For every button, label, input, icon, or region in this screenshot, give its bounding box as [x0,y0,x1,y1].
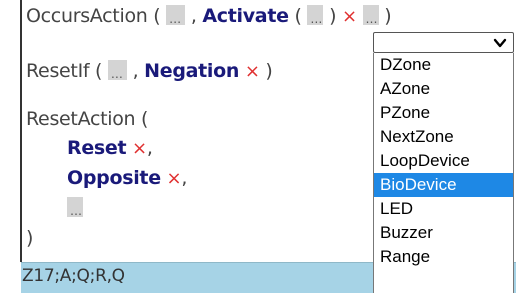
option-biodevice[interactable]: BioDevice [374,173,513,197]
reset-if-placeholder[interactable] [107,60,127,86]
activate-close-paren: ) [329,5,337,27]
reset-if-separator: , [132,60,139,82]
status-text: Z17;A;Q;R,Q [22,266,125,286]
device-select-listbox: DZone AZone PZone NextZone LoopDevice Bi… [373,53,514,293]
device-select[interactable] [373,32,514,53]
activate-placeholder[interactable] [307,5,324,31]
opposite-separator: , [181,167,188,189]
option-pzone[interactable]: PZone [374,101,513,125]
occurs-action-placeholder[interactable] [166,5,186,31]
reset-remove-icon[interactable]: × [132,138,147,159]
occurs-action-close-paren: ) [384,5,392,27]
editor-left-border [20,0,22,262]
negation-remove-icon[interactable]: × [245,61,260,82]
reset-action-args-line [67,196,83,223]
option-dzone[interactable]: DZone [374,53,513,77]
option-azone[interactable]: AZone [374,77,513,101]
reset-if-line: ResetIf ( , Negation × ) [26,59,273,86]
reset-action-label: ResetAction ( [26,108,149,130]
option-buzzer[interactable]: Buzzer [374,221,513,245]
occurs-action-trailing-placeholder[interactable] [362,5,379,31]
reset-action-close-paren: ) [26,227,34,249]
opposite-remove-icon[interactable]: × [167,168,182,189]
opposite-line: Opposite ×, [67,166,187,191]
rule-editor: OccursAction ( , Activate ( ) × ) ResetI… [0,0,516,293]
negation-keyword[interactable]: Negation [144,60,239,82]
reset-separator: , [146,137,153,159]
reset-action-placeholder[interactable] [67,197,83,223]
reset-action-line: ResetAction ( [26,107,148,131]
reset-if-close-paren: ) [265,60,273,82]
activate-open-paren: ( [294,5,302,27]
reset-line: Reset ×, [67,136,153,161]
option-nextzone[interactable]: NextZone [374,125,513,149]
reset-if-label: ResetIf ( [26,60,103,82]
option-range[interactable]: Range [374,245,513,269]
reset-action-close-line: ) [26,226,33,250]
opposite-keyword[interactable]: Opposite [67,167,161,189]
chevron-down-icon [493,38,507,48]
reset-keyword[interactable]: Reset [67,137,127,159]
option-loopdevice[interactable]: LoopDevice [374,149,513,173]
activate-remove-icon[interactable]: × [342,6,357,27]
option-led[interactable]: LED [374,197,513,221]
occurs-action-label: OccursAction ( [26,5,161,27]
occurs-action-line: OccursAction ( , Activate ( ) × ) [26,4,392,31]
occurs-action-separator: , [190,5,197,27]
activate-keyword[interactable]: Activate [202,5,289,27]
